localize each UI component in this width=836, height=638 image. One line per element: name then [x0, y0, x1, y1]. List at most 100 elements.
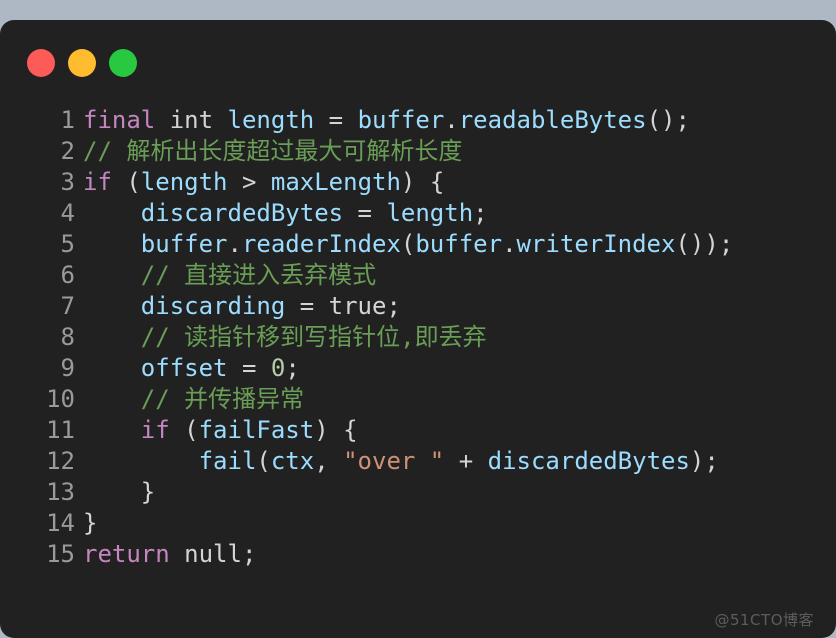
- code-line: 15 return null;: [0, 539, 836, 570]
- line-source: buffer.readerIndex(buffer.writerIndex())…: [75, 229, 733, 260]
- line-source: }: [75, 508, 97, 539]
- line-source: // 并传播异常: [75, 384, 304, 415]
- token-id: length: [227, 106, 315, 134]
- token-op: (: [169, 416, 199, 444]
- token-lit: true: [328, 292, 387, 320]
- code-line: 1 final int length = buffer.readableBytes…: [0, 105, 836, 136]
- token-op: (: [256, 447, 271, 475]
- token-op: ;: [386, 292, 401, 320]
- token-op: =: [314, 106, 358, 134]
- token-id: failFast: [198, 416, 315, 444]
- token-op: }: [83, 478, 156, 506]
- token-op: [83, 354, 141, 382]
- token-op: ;: [473, 199, 488, 227]
- window-titlebar: [0, 20, 836, 105]
- token-id: discardedBytes: [487, 447, 690, 475]
- token-id: offset: [140, 354, 228, 382]
- token-kw: return: [83, 540, 170, 568]
- token-id: length: [386, 199, 474, 227]
- token-str: "over ": [343, 447, 445, 475]
- line-source: // 直接进入丢弃模式: [75, 260, 376, 291]
- token-op: >: [227, 168, 271, 196]
- line-number: 3: [60, 168, 75, 196]
- token-lit: null: [184, 540, 242, 568]
- line-source: if (length > maxLength) {: [75, 167, 444, 198]
- minimize-window-button[interactable]: [68, 48, 96, 77]
- token-op: [213, 106, 227, 134]
- line-source: return null;: [75, 539, 256, 570]
- token-op: +: [444, 447, 488, 475]
- token-id: fail: [198, 447, 257, 475]
- code-line: 14}: [0, 508, 836, 539]
- code-line: 12 fail(ctx, "over " + discardedBytes);: [0, 446, 836, 477]
- code-line: 5 buffer.readerIndex(buffer.writerIndex(…: [0, 229, 836, 260]
- line-source: discarding = true;: [75, 291, 401, 322]
- line-number: 8: [60, 323, 75, 351]
- line-number: 6: [60, 261, 75, 289]
- line-source: fail(ctx, "over " + discardedBytes);: [75, 446, 719, 477]
- code-line: 3 if (length > maxLength) {: [0, 167, 836, 198]
- watermark: @51CTO博客: [714, 611, 814, 629]
- maximize-window-button[interactable]: [109, 48, 137, 77]
- line-source: // 读指针移到写指针位,即丢弃: [75, 322, 487, 353]
- token-id: writerIndex: [516, 230, 676, 258]
- token-op: .: [502, 230, 517, 258]
- token-op: [83, 261, 141, 289]
- code-line: 8 // 读指针移到写指针位,即丢弃: [0, 322, 836, 353]
- token-op: ;: [285, 354, 300, 382]
- line-source: }: [75, 477, 155, 508]
- token-kw: final: [83, 106, 156, 134]
- token-id: length: [140, 168, 228, 196]
- line-number: 14: [46, 509, 75, 537]
- token-op: ,: [314, 447, 344, 475]
- close-window-button[interactable]: [27, 48, 55, 77]
- token-op: [155, 106, 169, 134]
- code-line: 9 offset = 0;: [0, 353, 836, 384]
- token-num: 0: [270, 354, 286, 382]
- token-op: .: [227, 230, 242, 258]
- line-number: 10: [46, 385, 75, 413]
- line-source: final int length = buffer.readableBytes(…: [75, 105, 690, 136]
- code-line: 13 }: [0, 477, 836, 508]
- token-op: [83, 385, 141, 413]
- line-number: 5: [60, 230, 75, 258]
- token-op: [83, 230, 141, 258]
- token-id: ctx: [270, 447, 315, 475]
- token-op: =: [343, 199, 387, 227]
- token-op: [83, 323, 141, 351]
- code-line: 6 // 直接进入丢弃模式: [0, 260, 836, 291]
- token-op: [170, 540, 184, 568]
- token-op: );: [689, 447, 719, 475]
- code-editor[interactable]: 1 final int length = buffer.readableBytes…: [0, 105, 836, 570]
- code-line: 7 discarding = true;: [0, 291, 836, 322]
- token-op: ) {: [314, 416, 358, 444]
- token-op: ;: [241, 540, 257, 568]
- code-line: 10 // 并传播异常: [0, 384, 836, 415]
- line-number: 11: [46, 416, 75, 444]
- line-source: discardedBytes = length;: [75, 198, 488, 229]
- line-number: 4: [60, 199, 75, 227]
- token-id: discarding: [140, 292, 286, 320]
- code-window: 1 final int length = buffer.readableBytes…: [0, 20, 836, 638]
- line-number: 1: [60, 106, 75, 134]
- line-number: 9: [60, 354, 75, 382]
- token-op: }: [83, 509, 98, 537]
- token-id: buffer: [415, 230, 503, 258]
- token-kw: if: [140, 416, 170, 444]
- token-id: buffer: [140, 230, 228, 258]
- line-number: 7: [60, 292, 75, 320]
- token-cm: // 并传播异常: [140, 385, 305, 413]
- token-id: maxLength: [270, 168, 401, 196]
- token-op: (: [111, 168, 141, 196]
- line-number: 2: [60, 137, 75, 165]
- token-op: ) {: [400, 168, 445, 196]
- token-cm: // 解析出长度超过最大可解析长度: [83, 137, 463, 165]
- token-op: [83, 447, 199, 475]
- line-number: 15: [46, 540, 75, 568]
- token-op: [83, 416, 141, 444]
- line-source: offset = 0;: [75, 353, 300, 384]
- token-cm: // 直接进入丢弃模式: [140, 261, 377, 289]
- token-typ: int: [169, 106, 214, 134]
- token-kw: if: [83, 168, 112, 196]
- code-line: 2 // 解析出长度超过最大可解析长度: [0, 136, 836, 167]
